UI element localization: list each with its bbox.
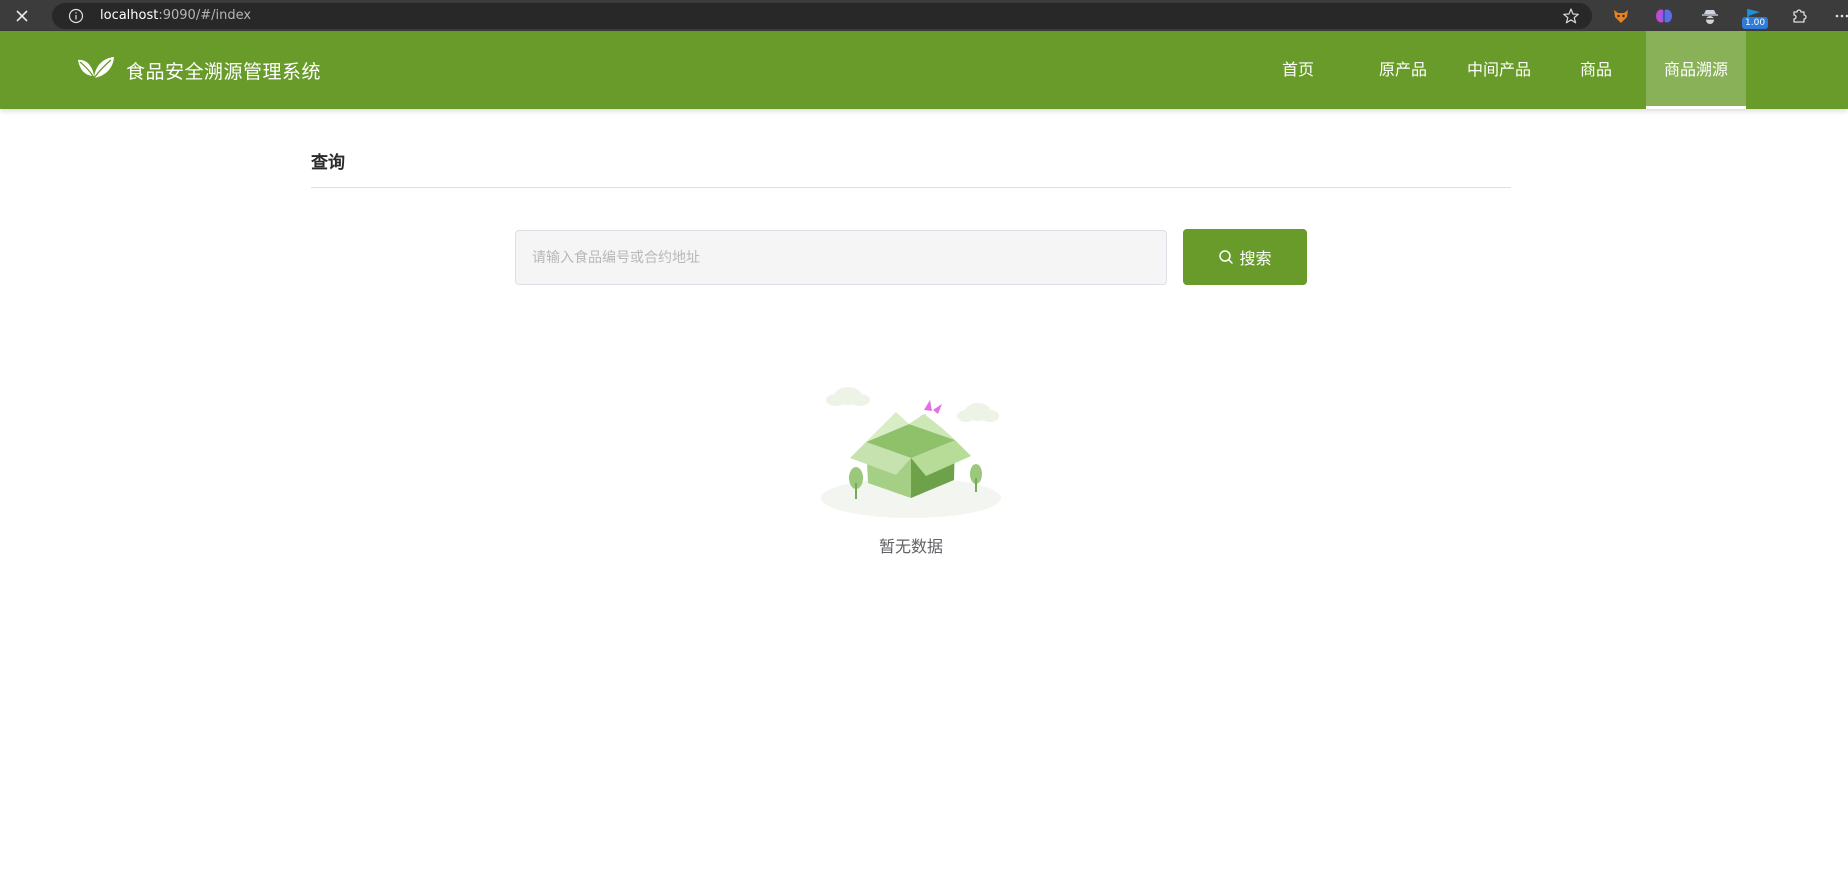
fox-extension-icon[interactable] [1611, 6, 1631, 26]
close-icon[interactable] [13, 7, 31, 25]
url-host: localhost [100, 8, 159, 23]
brand[interactable]: 食品安全溯源管理系统 [76, 31, 321, 109]
address-bar[interactable]: localhost:9090/#/index [52, 3, 1592, 29]
search-button[interactable]: 搜索 [1183, 229, 1307, 285]
star-icon[interactable] [1562, 7, 1580, 25]
browser-toolbar: localhost:9090/#/index 1.00 [0, 0, 1848, 31]
main-nav: 首页 原产品 中间产品 商品 商品溯源 [1262, 31, 1746, 109]
app-title: 食品安全溯源管理系统 [126, 60, 322, 83]
brain-extension-icon[interactable] [1654, 6, 1674, 26]
nav-item-goods-traceability[interactable]: 商品溯源 [1646, 31, 1746, 109]
nav-item-intermediate-products[interactable]: 中间产品 [1452, 31, 1546, 109]
section-title: 查询 [311, 153, 345, 173]
url-text[interactable]: localhost:9090/#/index [100, 3, 251, 29]
more-icon[interactable] [1835, 6, 1848, 26]
puzzle-icon[interactable] [1789, 6, 1809, 26]
section-divider [311, 187, 1511, 188]
search-input[interactable] [515, 230, 1167, 285]
nav-item-goods[interactable]: 商品 [1546, 31, 1646, 109]
url-path: :9090/#/index [158, 8, 252, 23]
extension-badge: 1.00 [1742, 17, 1769, 29]
empty-box-illustration [821, 387, 1001, 518]
search-icon [1219, 250, 1234, 264]
nav-item-raw-products[interactable]: 原产品 [1354, 31, 1452, 109]
search-button-label: 搜索 [1239, 249, 1272, 268]
info-icon[interactable] [68, 8, 84, 24]
nav-item-home[interactable]: 首页 [1262, 31, 1334, 109]
spy-extension-icon[interactable] [1700, 6, 1720, 26]
app-header: 食品安全溯源管理系统 首页 原产品 中间产品 商品 商品溯源 [0, 31, 1848, 109]
leaf-logo-icon [78, 57, 114, 79]
empty-state-text: 暂无数据 [878, 537, 943, 556]
